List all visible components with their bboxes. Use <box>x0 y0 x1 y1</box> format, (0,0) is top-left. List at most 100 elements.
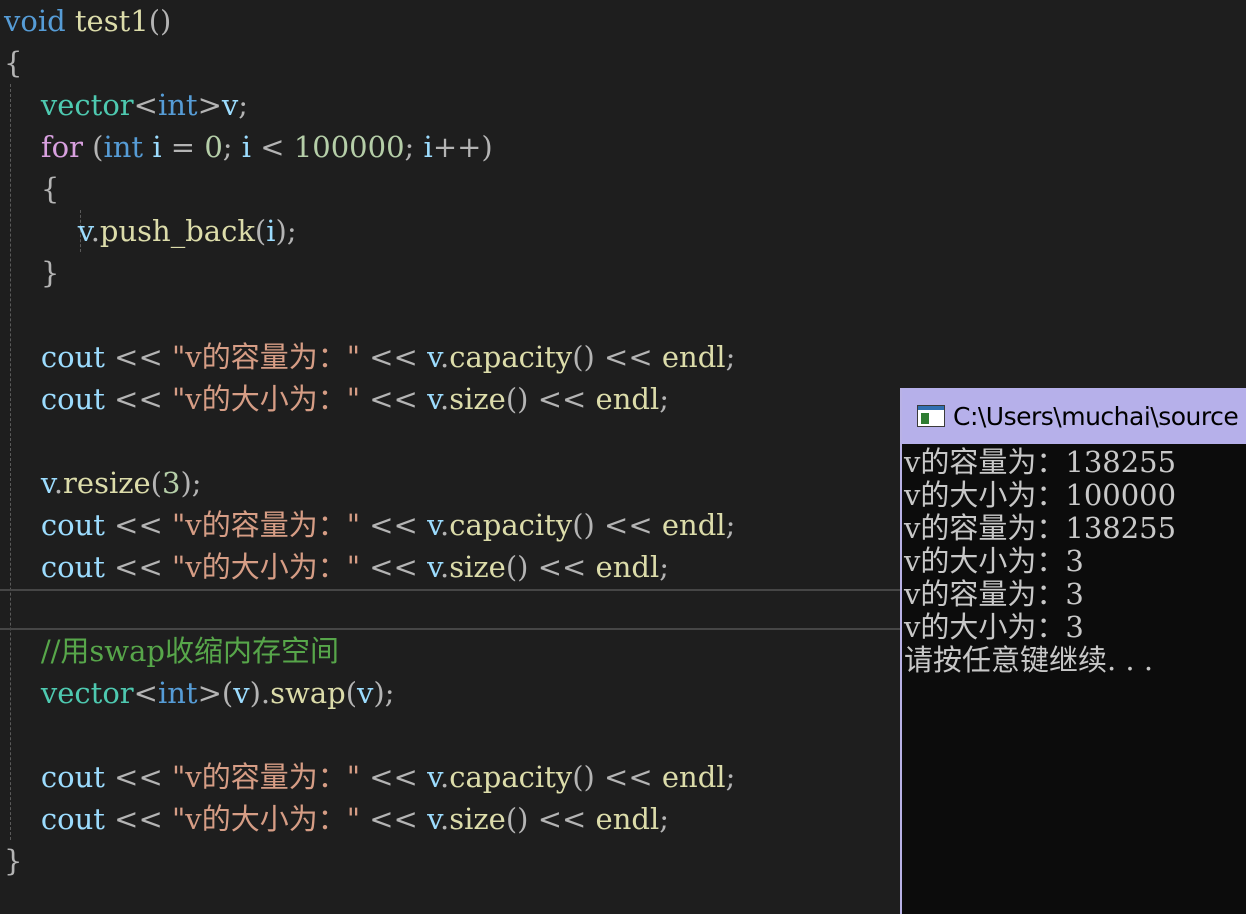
code-line: cout << "v的大小为：" << v.size() << endl; <box>4 546 669 588</box>
code-token: vector <box>40 676 134 710</box>
code-token: v <box>427 550 441 584</box>
code-line: v.push_back(i); <box>4 210 297 252</box>
code-token: for <box>40 130 83 164</box>
console-output-line: v的大小为：100000 <box>904 478 1177 512</box>
code-line: cout << "v的容量为：" << v.capacity() << endl… <box>4 756 735 798</box>
code-token: >( <box>197 676 234 710</box>
code-token: ; <box>238 88 249 122</box>
code-token: ( <box>150 466 162 500</box>
code-token: endl <box>661 760 726 794</box>
code-token: () <box>505 382 529 416</box>
code-token: 3 <box>162 466 181 500</box>
code-line: cout << "v的大小为：" << v.size() << endl; <box>4 378 669 420</box>
code-token: < <box>133 88 158 122</box>
code-token: v <box>427 340 441 374</box>
code-token: < <box>251 130 294 164</box>
code-token: size <box>449 382 506 416</box>
code-token: ; <box>725 760 736 794</box>
code-token: << <box>528 550 596 584</box>
code-token: < <box>133 676 158 710</box>
code-token: int <box>157 676 198 710</box>
code-token: push_back <box>99 214 255 248</box>
code-token: capacity <box>449 760 573 794</box>
code-token: . <box>440 550 450 584</box>
code-line: cout << "v的容量为：" << v.capacity() << endl… <box>4 336 735 378</box>
code-line: { <box>4 42 22 84</box>
code-line: void test1() <box>4 0 171 42</box>
code-token: "v的容量为：" <box>171 340 361 374</box>
code-token: i <box>423 130 433 164</box>
code-token: { <box>40 172 60 206</box>
console-output-line: v的大小为：3 <box>904 610 1084 644</box>
code-token: "v的容量为：" <box>171 508 361 542</box>
code-token: v <box>233 676 250 710</box>
code-token: cout <box>40 508 105 542</box>
console-output: v的容量为：138255 v的大小为：100000 v的容量为：138255 v的大小… <box>904 446 1176 677</box>
code-token: endl <box>595 802 660 836</box>
code-token: ). <box>249 676 271 710</box>
code-token: << <box>594 508 662 542</box>
code-token: << <box>360 760 428 794</box>
code-line: { <box>4 168 59 210</box>
code-token: v <box>221 88 239 122</box>
code-token: << <box>360 340 428 374</box>
code-token: endl <box>661 508 726 542</box>
code-token: << <box>528 802 596 836</box>
code-token: ( <box>254 214 267 248</box>
code-token: capacity <box>449 508 573 542</box>
console-output-line: v的大小为：3 <box>904 544 1084 578</box>
code-token: ; <box>659 802 670 836</box>
code-token: << <box>528 382 596 416</box>
code-token: "v的大小为：" <box>171 550 361 584</box>
code-token: << <box>104 760 172 794</box>
code-line: for (int i = 0; i < 100000; i++) <box>4 126 493 168</box>
code-token: ; <box>725 340 736 374</box>
code-line: cout << "v的容量为：" << v.capacity() << endl… <box>4 504 735 546</box>
code-token: //用swap收缩内存空间 <box>40 634 339 668</box>
code-token: << <box>104 508 172 542</box>
code-token: ++) <box>432 130 493 164</box>
code-token: v <box>427 508 441 542</box>
code-token: << <box>104 340 172 374</box>
current-line-highlight <box>0 589 900 630</box>
code-token: << <box>360 802 428 836</box>
code-token: i <box>266 214 276 248</box>
code-token: i <box>152 130 162 164</box>
code-token: capacity <box>449 340 573 374</box>
code-token: endl <box>661 340 726 374</box>
console-titlebar[interactable]: C:\Users\muchai\source <box>902 388 1246 444</box>
code-token: v <box>40 466 54 500</box>
console-window[interactable]: C:\Users\muchai\source v的容量为：138255 v的大小为… <box>900 388 1246 914</box>
code-token: "v的大小为：" <box>171 802 361 836</box>
code-token: ; <box>404 130 424 164</box>
code-token: v <box>427 760 441 794</box>
code-token: size <box>449 802 506 836</box>
code-token: ); <box>373 676 395 710</box>
code-token: << <box>594 340 662 374</box>
code-token: resize <box>63 466 151 500</box>
code-token: v <box>427 802 441 836</box>
code-token: 0 <box>204 130 223 164</box>
code-token: endl <box>595 382 660 416</box>
code-token: cout <box>40 382 105 416</box>
code-token: } <box>40 256 60 290</box>
code-token: v <box>427 382 441 416</box>
code-line: //用swap收缩内存空间 <box>4 630 339 672</box>
code-token: ( <box>92 130 104 164</box>
code-token: << <box>104 550 172 584</box>
code-token: void <box>4 4 66 38</box>
console-title: C:\Users\muchai\source <box>953 402 1239 431</box>
code-token: int <box>157 88 198 122</box>
code-line: v.resize(3); <box>4 462 202 504</box>
